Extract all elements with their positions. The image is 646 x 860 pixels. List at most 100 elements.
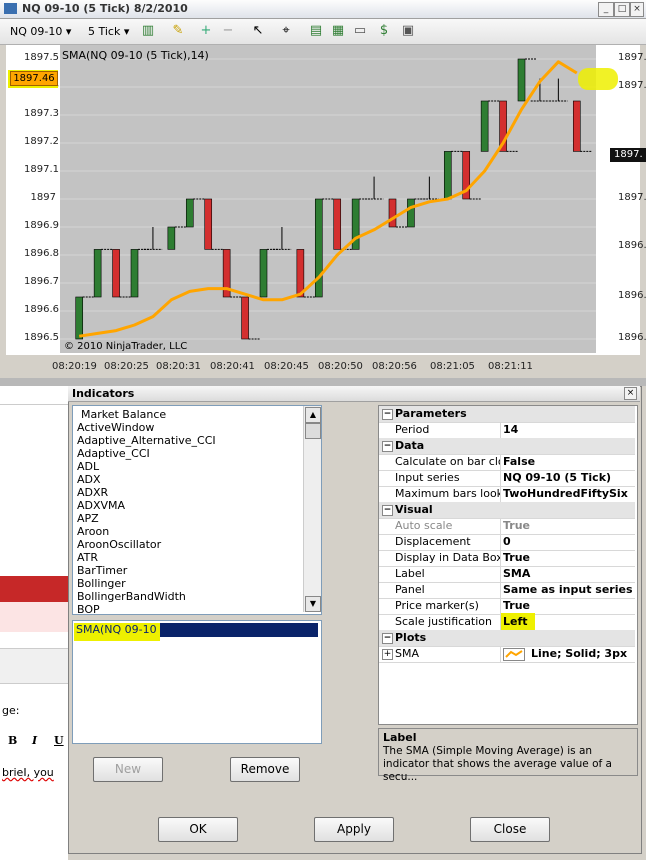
prop-value[interactable]: True [503,551,633,564]
scroll-up-icon[interactable]: ▲ [305,407,321,423]
dollar-icon[interactable]: $ [376,23,392,39]
collapse-icon[interactable]: − [382,409,393,420]
prop-scale-justification[interactable]: Scale justification Left [379,613,635,631]
prop-name: Panel [395,583,425,596]
prop-displacement[interactable]: Displacement 0 [379,534,635,551]
data-box-icon[interactable]: ▣ [400,23,416,39]
indicator-list-item[interactable]: BOP [77,603,100,614]
indicator-list-item[interactable]: Adaptive_Alternative_CCI [77,434,216,447]
dialog-close-icon[interactable]: × [624,387,637,400]
prop-value[interactable]: Line; Solid; 3px [531,647,646,660]
collapse-icon[interactable]: − [382,505,393,516]
instrument-selector[interactable]: NQ 09-10 ▾ [10,23,71,40]
strategies-icon[interactable]: ▦ [330,23,346,39]
indicator-list-item[interactable]: ADXVMA [77,499,125,512]
candle-down [388,198,397,228]
indicator-list-item[interactable]: Market Balance [81,408,166,421]
indicator-list-item[interactable]: BollingerBandWidth [77,590,186,603]
bar-type-icon[interactable]: ▥ [140,23,156,39]
applied-indicators-list[interactable]: SMA(NQ 09-10 (5 Tick),14) [72,620,322,744]
bg-gray-band [0,648,68,684]
prop-name: Calculate on bar clos [395,455,501,468]
minimize-icon[interactable]: _ [598,2,614,17]
prop-name: Display in Data Box [395,551,501,564]
chart-properties-icon[interactable]: ▭ [352,23,368,39]
x-tick-label: 08:20:41 [210,361,255,372]
indicator-list-item[interactable]: ADXR [77,486,108,499]
indicator-list-scrollbar[interactable]: ▲ ▼ [303,406,321,612]
interval-selector[interactable]: 5 Tick ▾ [88,23,129,40]
prop-value[interactable]: Same as input series [503,583,633,596]
category-data[interactable]: − Data [379,438,635,455]
expand-icon[interactable]: + [382,649,393,660]
prop-label[interactable]: Label SMA [379,566,635,583]
prop-input-series[interactable]: Input series NQ 09-10 (5 Tick) [379,470,635,487]
bg-red-bar [0,576,68,602]
indicator-list-item[interactable]: ADL [77,460,99,473]
y-tick-label: 1896.7 [24,276,59,287]
collapse-icon[interactable]: − [382,633,393,644]
prop-value[interactable]: NQ 09-10 (5 Tick) [503,471,633,484]
y-tick-label: 1896.6 [24,304,59,315]
indicator-list-item[interactable]: ActiveWindow [77,421,154,434]
category-visual[interactable]: − Visual [379,502,635,519]
underline-button[interactable]: U [54,734,64,747]
prop-calculate[interactable]: Calculate on bar clos False [379,454,635,471]
indicators-icon[interactable]: ▤ [308,23,324,39]
data-header: Data [395,439,425,452]
prop-period[interactable]: Period 14 [379,422,635,439]
prop-name: Scale justification [395,615,493,628]
prop-value[interactable]: 0 [503,535,633,548]
bold-button[interactable]: B [8,734,17,747]
close-icon[interactable]: × [630,2,644,17]
new-button[interactable]: New [93,757,163,782]
description-text: The SMA (Simple Moving Average) is an in… [383,745,612,783]
prop-data-box[interactable]: Display in Data Box True [379,550,635,567]
property-grid[interactable]: − Parameters Period 14 − Data Calculate on … [378,405,638,725]
y-tick-label: 1897.5 [24,52,59,63]
maximize-icon[interactable]: □ [614,2,630,17]
prop-value[interactable]: Left [503,615,633,628]
prop-plot-sma[interactable]: + SMA Line; Solid; 3px [379,646,635,663]
prop-auto-scale[interactable]: Auto scale True [379,518,635,535]
prop-value[interactable]: 14 [503,423,633,436]
pencil-icon[interactable]: ✎ [170,23,186,39]
scroll-down-icon[interactable]: ▼ [305,596,321,612]
x-tick-label: 08:21:05 [430,361,475,372]
crosshair-icon[interactable]: ⌖ [278,23,294,39]
zoom-in-icon[interactable]: + [198,23,214,39]
indicator-list-item[interactable]: Bollinger [77,577,126,590]
italic-button[interactable]: I [32,734,37,747]
prop-value[interactable]: TwoHundredFiftySix [503,487,633,500]
apply-button[interactable]: Apply [314,817,394,842]
visual-header: Visual [395,503,433,516]
prop-panel[interactable]: Panel Same as input series [379,582,635,599]
y-tick-label: 1896.5 [24,332,59,343]
indicator-list-item[interactable]: BarTimer [77,564,127,577]
close-button[interactable]: Close [470,817,550,842]
indicator-list-item[interactable]: APZ [77,512,99,525]
prop-value[interactable]: SMA [503,567,633,580]
remove-button[interactable]: Remove [230,757,300,782]
indicator-list-item[interactable]: ATR [77,551,98,564]
applied-indicator-item[interactable]: SMA(NQ 09-10 (5 Tick),14) [76,623,223,636]
prop-value[interactable]: True [503,599,633,612]
category-parameters[interactable]: − Parameters [379,406,635,423]
price-plot[interactable] [60,45,596,353]
scroll-thumb[interactable] [305,423,321,439]
indicator-list-item[interactable]: AroonOscillator [77,538,161,551]
zoom-out-icon[interactable]: − [220,23,236,39]
prop-max-bars[interactable]: Maximum bars look bTwoHundredFiftySix [379,486,635,503]
ok-button[interactable]: OK [158,817,238,842]
prop-value[interactable]: False [503,455,633,468]
category-plots[interactable]: − Plots [379,630,635,647]
indicator-list-item[interactable]: Aroon [77,525,109,538]
window-title: NQ 09-10 (5 Tick) 8/2/2010 [22,2,188,15]
indicator-list-item[interactable]: ADX [77,473,101,486]
collapse-icon[interactable]: − [382,441,393,452]
dialog-title-bar: Indicators × [68,386,640,402]
indicator-list[interactable]: Market Balance ActiveWindow Adaptive_Alter… [72,405,322,615]
indicator-list-item[interactable]: Adaptive_CCI [77,447,150,460]
candle-up [259,249,268,298]
pointer-icon[interactable]: ↖ [250,23,266,39]
